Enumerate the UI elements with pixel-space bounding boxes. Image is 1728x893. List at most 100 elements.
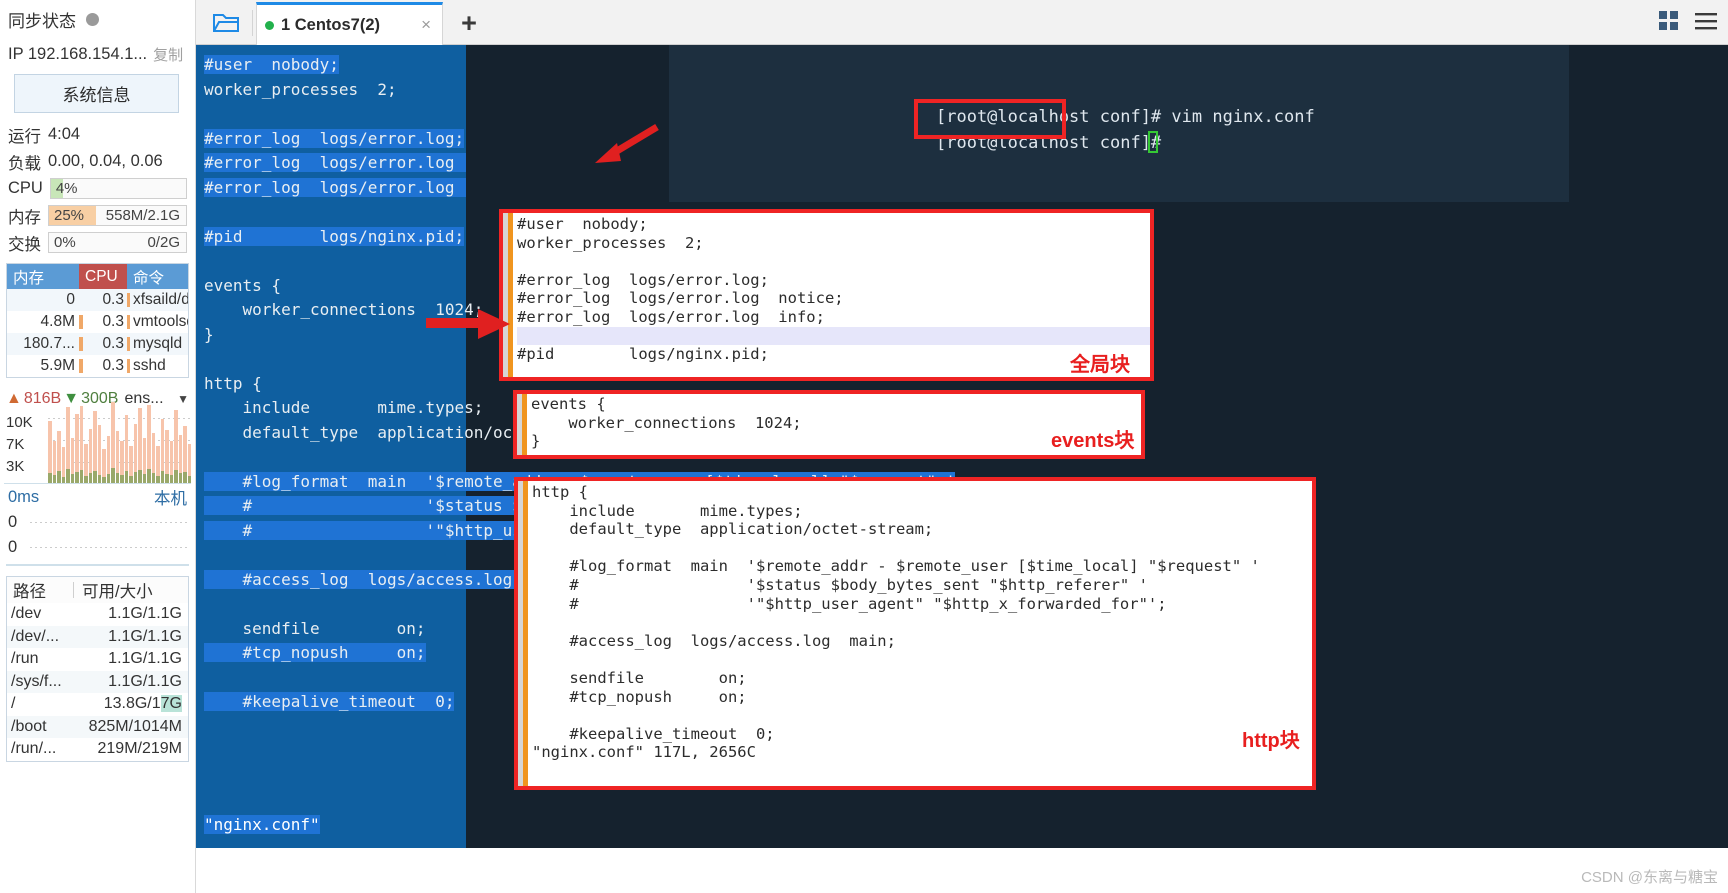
disk-header-path[interactable]: 路径: [7, 578, 73, 602]
process-row[interactable]: 5.9M 0.3 sshd: [7, 355, 188, 377]
latency-value: 0ms: [8, 487, 40, 506]
swap-detail: 0/2G: [147, 234, 180, 251]
disk-row[interactable]: /dev 1.1G/1.1G: [7, 603, 188, 626]
network-bar: [124, 415, 128, 483]
disk-path: /dev: [11, 605, 42, 623]
disk-row[interactable]: /run/... 219M/219M: [7, 738, 188, 761]
network-bar: [174, 410, 178, 483]
process-row[interactable]: 0 0.3 xfsaild/d: [7, 289, 188, 311]
network-bar: [187, 444, 191, 483]
new-tab-button[interactable]: +: [454, 8, 484, 38]
code-line: #pid logs/nginx.pid;: [517, 345, 769, 364]
network-bar: [88, 429, 92, 483]
disk-size: 13.8G/17G: [103, 695, 182, 713]
panel3-scroll-thumb[interactable]: [523, 477, 528, 790]
folder-icon[interactable]: [204, 5, 248, 41]
vim-line: [204, 102, 466, 127]
memory-gauge: 25% 558M/2.1G: [48, 205, 187, 226]
disk-table-header: 路径 可用/大小: [7, 577, 188, 603]
disk-row[interactable]: /sys/f... 1.1G/1.1G: [7, 670, 188, 693]
console-command-line: [root@localhost conf]# vim nginx.conf: [936, 107, 1315, 127]
vim-line: worker_connections 1024;: [204, 300, 484, 319]
download-arrow-icon: ▼: [63, 390, 80, 407]
process-table: 内存 CPU 命令 0 0.3 xfsaild/d 4.8M 0.3 vmtoolsd 18…: [6, 263, 189, 378]
code-line: "nginx.conf" 117L, 2656C: [532, 743, 756, 762]
disk-row[interactable]: / 13.8G/17G: [7, 693, 188, 716]
terminal-footer: [196, 848, 1728, 893]
tab-centos7[interactable]: 1 Centos7(2) ×: [256, 2, 443, 45]
disk-size: 1.1G/1.1G: [108, 605, 182, 623]
vim-line: http {: [204, 373, 262, 393]
network-header: ▲ 816B ▼ 300B ens... ▼: [0, 386, 195, 412]
tab-close-icon[interactable]: ×: [418, 15, 434, 35]
network-bar: [183, 426, 187, 483]
network-bar: [160, 419, 164, 483]
code-line: #user nobody;: [517, 215, 648, 233]
vim-line: #error_log logs/error.log;: [204, 128, 465, 148]
process-row[interactable]: 4.8M 0.3 vmtoolsd: [7, 311, 188, 333]
disk-size: 1.1G/1.1G: [108, 627, 182, 645]
sync-status-indicator-icon: [86, 12, 99, 26]
grid-layout-icon[interactable]: [1658, 10, 1680, 37]
process-header-command[interactable]: 命令: [127, 264, 188, 289]
network-bar: [106, 436, 110, 483]
tab-label: 1 Centos7(2): [281, 15, 381, 34]
latency-row-label-1: 0: [8, 538, 18, 556]
vim-line: #access_log logs/access.log main;: [204, 569, 580, 589]
process-header-cpu[interactable]: CPU: [79, 264, 127, 289]
network-bar: [147, 405, 151, 483]
network-bar: [66, 407, 70, 483]
disk-row[interactable]: /boot 825M/1014M: [7, 715, 188, 738]
tab-status-dot-icon: [265, 20, 274, 30]
network-interface-label: ens...: [124, 390, 164, 407]
process-header-memory[interactable]: 内存: [7, 264, 79, 289]
disk-row[interactable]: /dev/... 1.1G/1.1G: [7, 625, 188, 648]
process-row[interactable]: 180.7... 0.3 mysqld: [7, 333, 188, 355]
process-command: mysqld: [133, 335, 183, 352]
ip-address-row: IP 192.168.154.1... 复制: [0, 38, 195, 70]
vim-line: include mime.types;: [204, 398, 484, 417]
network-y-label-1: 7K: [6, 436, 25, 453]
disk-row[interactable]: /run 1.1G/1.1G: [7, 648, 188, 671]
vim-line: default_type application/octet-stream;: [204, 422, 619, 442]
network-bar: [138, 408, 142, 483]
network-bar: [61, 447, 65, 483]
http-block-tag: http块: [1242, 730, 1300, 752]
vim-line: #keepalive_timeout 0;: [204, 692, 455, 711]
process-command: xfsaild/d: [133, 291, 188, 308]
vim-line: [204, 445, 466, 470]
disk-path: /boot: [11, 717, 47, 735]
network-bar: [93, 411, 97, 483]
network-chart-y-axis: 10K 7K 3K: [6, 412, 33, 478]
network-bar: [151, 433, 155, 483]
process-memory: 180.7...: [23, 335, 75, 352]
process-memory: 0: [66, 291, 75, 308]
terminal-area[interactable]: #user nobody; worker_processes 2; #error_…: [196, 45, 1728, 893]
network-chart-bars: [48, 402, 191, 483]
console-command-filename: nginx.conf: [1212, 107, 1315, 127]
disk-header-size[interactable]: 可用/大小: [74, 578, 188, 602]
hamburger-menu-icon[interactable]: [1694, 11, 1718, 36]
network-bar: [178, 435, 182, 483]
latency-gridline-0: [30, 522, 187, 523]
disk-size: 219M/219M: [97, 740, 183, 758]
latency-row-0: 0: [0, 510, 195, 535]
copy-ip-button[interactable]: 复制: [153, 44, 183, 65]
code-line: #error_log logs/error.log info;: [517, 307, 825, 326]
panel1-scroll-thumb[interactable]: [508, 209, 513, 381]
panel2-scroll-thumb[interactable]: [522, 390, 527, 459]
code-line: #error_log logs/error.log;: [517, 270, 769, 289]
system-info-button[interactable]: 系统信息: [14, 74, 179, 113]
vim-line: #error_log logs/error.log notice;: [204, 153, 542, 172]
load-label: 负载: [8, 154, 41, 173]
disk-path: /dev/...: [11, 627, 60, 645]
disk-table-body: /dev 1.1G/1.1G/dev/... 1.1G/1.1G/run 1.1G/1…: [7, 603, 188, 761]
chevron-down-icon[interactable]: ▼: [177, 392, 189, 406]
disk-usage-table: 路径 可用/大小 /dev 1.1G/1.1G/dev/... 1.1G/1.1G /…: [6, 576, 189, 762]
disk-size: 1.1G/1.1G: [108, 672, 182, 690]
process-memory: 5.9M: [40, 357, 75, 374]
code-line: #keepalive_timeout 0;: [532, 724, 775, 743]
sysinfo-button-wrap: 系统信息: [0, 70, 195, 121]
